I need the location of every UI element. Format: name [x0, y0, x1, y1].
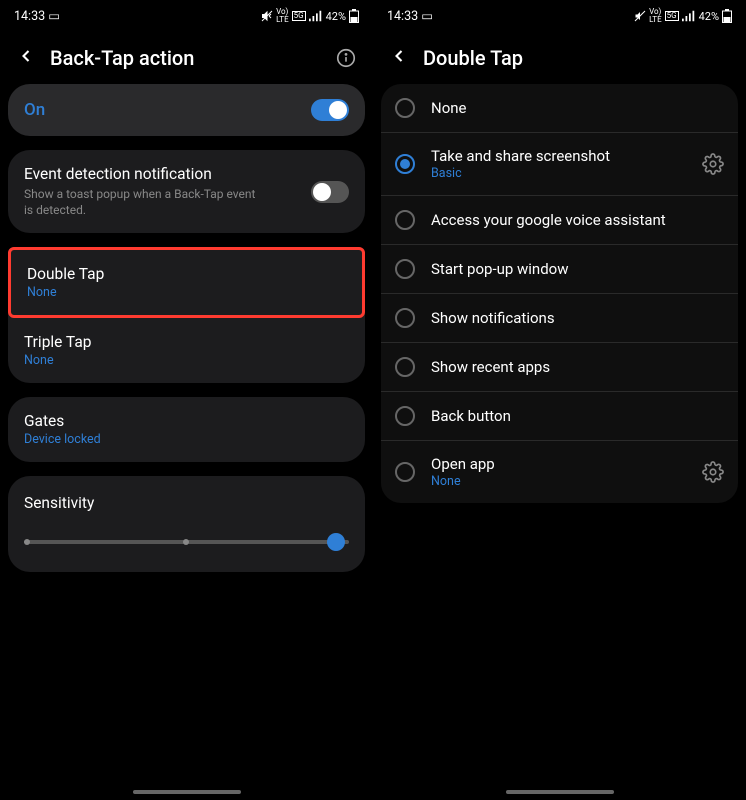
- option-popup[interactable]: Start pop-up window: [381, 245, 738, 294]
- battery-icon: [349, 9, 359, 23]
- battery-text-r: 42%: [699, 10, 719, 23]
- status-bar-r: 14:33 ▭ Vo)LTE 5G 42%: [373, 0, 746, 32]
- triple-tap-title: Triple Tap: [24, 333, 349, 351]
- radio-icon: [395, 357, 415, 377]
- event-desc: Show a toast popup when a Back-Tap event…: [24, 186, 264, 218]
- info-icon[interactable]: [335, 47, 357, 69]
- event-title: Event detection notification: [24, 165, 264, 183]
- gates-title: Gates: [24, 412, 349, 430]
- event-row[interactable]: Event detection notification Show a toas…: [8, 150, 365, 233]
- triple-tap-sub: None: [24, 353, 349, 368]
- status-bar: 14:33 ▭ Vo)LTE 5G 42%: [0, 0, 373, 32]
- gear-icon[interactable]: [702, 153, 724, 175]
- radio-icon: [395, 210, 415, 230]
- page-title: Back-Tap action: [50, 46, 321, 70]
- radio-icon: [395, 406, 415, 426]
- header-r: Double Tap: [373, 32, 746, 84]
- options-list: None Take and share screenshot Basic Acc…: [373, 84, 746, 503]
- volte-icon: Vo)LTE: [276, 8, 289, 24]
- signal-icon: [309, 10, 323, 22]
- radio-icon: [395, 462, 415, 482]
- radio-icon: [395, 308, 415, 328]
- triple-tap-row[interactable]: Triple Tap None: [8, 318, 365, 383]
- option-notifications[interactable]: Show notifications: [381, 294, 738, 343]
- back-icon[interactable]: [389, 46, 409, 70]
- gates-sub: Device locked: [24, 432, 349, 447]
- gates-card: Gates Device locked: [8, 397, 365, 462]
- nav-bar: [0, 790, 373, 794]
- mute-icon: [634, 10, 646, 22]
- image-icon: ▭: [48, 9, 60, 24]
- taps-card: Double Tap None Triple Tap None: [8, 247, 365, 383]
- option-voice[interactable]: Access your google voice assistant: [381, 196, 738, 245]
- volte-icon: Vo)LTE: [649, 8, 662, 24]
- on-card: On: [8, 84, 365, 136]
- double-tap-row[interactable]: Double Tap None: [8, 247, 365, 318]
- left-screen: 14:33 ▭ Vo)LTE 5G 42% Back-Tap action: [0, 0, 373, 800]
- option-screenshot[interactable]: Take and share screenshot Basic: [381, 133, 738, 196]
- status-time: 14:33 ▭: [14, 8, 60, 24]
- image-icon: ▭: [421, 9, 433, 24]
- content: On Event detection notification Show a t…: [0, 84, 373, 586]
- gear-icon[interactable]: [702, 461, 724, 483]
- sensitivity-card: Sensitivity: [8, 476, 365, 572]
- status-indicators: Vo)LTE 5G 42%: [261, 8, 359, 24]
- sensitivity-slider[interactable]: [24, 540, 349, 544]
- on-row[interactable]: On: [8, 84, 365, 136]
- battery-icon: [722, 9, 732, 23]
- on-label: On: [24, 100, 45, 120]
- signal-icon: [682, 10, 696, 22]
- radio-icon: [395, 154, 415, 174]
- mute-icon: [261, 10, 273, 22]
- radio-icon: [395, 259, 415, 279]
- 5g-icon: 5G: [665, 11, 679, 21]
- option-back[interactable]: Back button: [381, 392, 738, 441]
- right-screen: 14:33 ▭ Vo)LTE 5G 42% Double Tap: [373, 0, 746, 800]
- status-indicators-r: Vo)LTE 5G 42%: [634, 8, 732, 24]
- double-tap-title: Double Tap: [27, 265, 346, 283]
- nav-bar-r: [373, 790, 746, 794]
- slider-thumb[interactable]: [327, 533, 345, 551]
- gates-row[interactable]: Gates Device locked: [8, 397, 365, 462]
- radio-icon: [395, 98, 415, 118]
- battery-text: 42%: [326, 10, 346, 23]
- option-recent[interactable]: Show recent apps: [381, 343, 738, 392]
- page-title-r: Double Tap: [423, 46, 730, 70]
- option-none[interactable]: None: [381, 84, 738, 133]
- option-open-app[interactable]: Open app None: [381, 441, 738, 503]
- 5g-icon: 5G: [292, 11, 306, 21]
- back-icon[interactable]: [16, 46, 36, 70]
- on-toggle[interactable]: [311, 99, 349, 121]
- sensitivity-title: Sensitivity: [24, 494, 349, 512]
- event-card: Event detection notification Show a toas…: [8, 150, 365, 233]
- nav-pill[interactable]: [506, 790, 614, 794]
- radio-group: None Take and share screenshot Basic Acc…: [381, 84, 738, 503]
- header: Back-Tap action: [0, 32, 373, 84]
- double-tap-sub: None: [27, 285, 346, 300]
- status-time-r: 14:33 ▭: [387, 8, 433, 24]
- nav-pill[interactable]: [133, 790, 241, 794]
- event-toggle[interactable]: [311, 181, 349, 203]
